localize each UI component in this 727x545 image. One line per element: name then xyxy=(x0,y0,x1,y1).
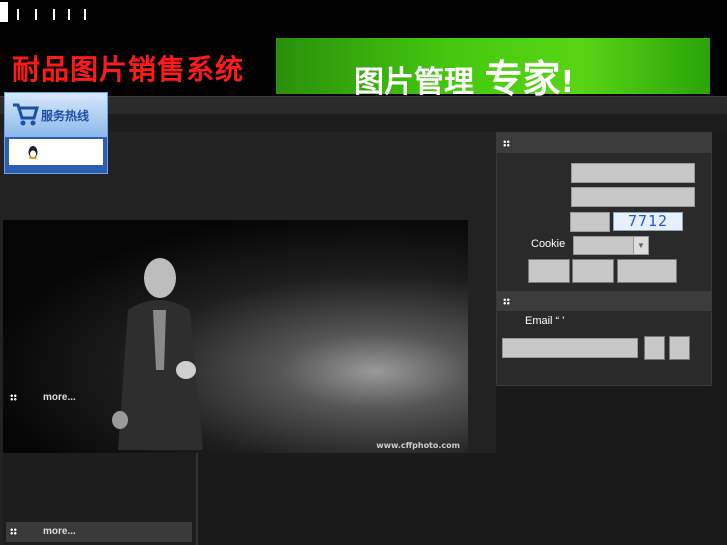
email-label: Email “ ' xyxy=(525,315,565,327)
photo-watermark: www.cffphoto.com xyxy=(376,441,460,450)
bullet-icon xyxy=(503,140,510,147)
reset-button[interactable] xyxy=(572,259,614,283)
header: 耐品图片销售系统 图片管理 专家! xyxy=(0,28,727,101)
password-input[interactable] xyxy=(571,187,695,207)
service-hotline-widget[interactable]: 服务热线 xyxy=(4,92,108,174)
service-contact[interactable] xyxy=(9,139,103,165)
nav-item-home[interactable] xyxy=(0,2,8,22)
more-link-featured[interactable]: more... xyxy=(10,392,76,403)
menu-band xyxy=(0,96,727,115)
username-input[interactable] xyxy=(571,163,695,183)
nav-separator xyxy=(53,9,55,20)
header-banner: 图片管理 专家! xyxy=(276,38,710,101)
nav-separator xyxy=(35,9,37,20)
unsubscribe-button[interactable] xyxy=(669,336,690,360)
subscribe-button[interactable] xyxy=(644,336,665,360)
login-button[interactable] xyxy=(528,259,570,283)
nav-separator xyxy=(68,9,70,20)
captcha-input[interactable] xyxy=(570,212,610,232)
banner-slogan: 图片管理 专家! xyxy=(354,57,575,101)
more-link-news[interactable]: more... xyxy=(10,526,76,537)
nav-separator xyxy=(17,9,19,20)
cookie-select[interactable]: ▼ xyxy=(573,236,649,255)
login-panel-header xyxy=(497,133,711,153)
content-panel xyxy=(198,453,498,545)
service-header: 服务热线 xyxy=(5,93,107,137)
nav-separator xyxy=(84,9,86,20)
service-title: 服务热线 xyxy=(41,109,90,123)
email-input[interactable] xyxy=(502,338,638,358)
cookie-label: Cookie xyxy=(531,238,566,250)
top-nav xyxy=(0,0,727,28)
shopping-cart-icon xyxy=(13,103,39,126)
featured-photo[interactable]: www.cffphoto.com xyxy=(3,220,468,453)
register-button[interactable] xyxy=(617,259,677,283)
penguin-icon[interactable] xyxy=(27,145,39,159)
captcha-image[interactable]: 7712 xyxy=(613,212,683,231)
bullet-icon xyxy=(10,393,17,401)
bullet-icon xyxy=(10,527,17,535)
sub-band xyxy=(0,114,727,132)
site-logo[interactable]: 耐品图片销售系统 xyxy=(12,48,244,88)
subscribe-panel-header xyxy=(497,291,711,311)
chevron-down-icon[interactable]: ▼ xyxy=(633,237,648,254)
bullet-icon xyxy=(503,298,510,305)
login-panel: 7712 Cookie ▼ Email “ ' xyxy=(496,132,712,386)
singer-figure xyxy=(112,258,203,450)
